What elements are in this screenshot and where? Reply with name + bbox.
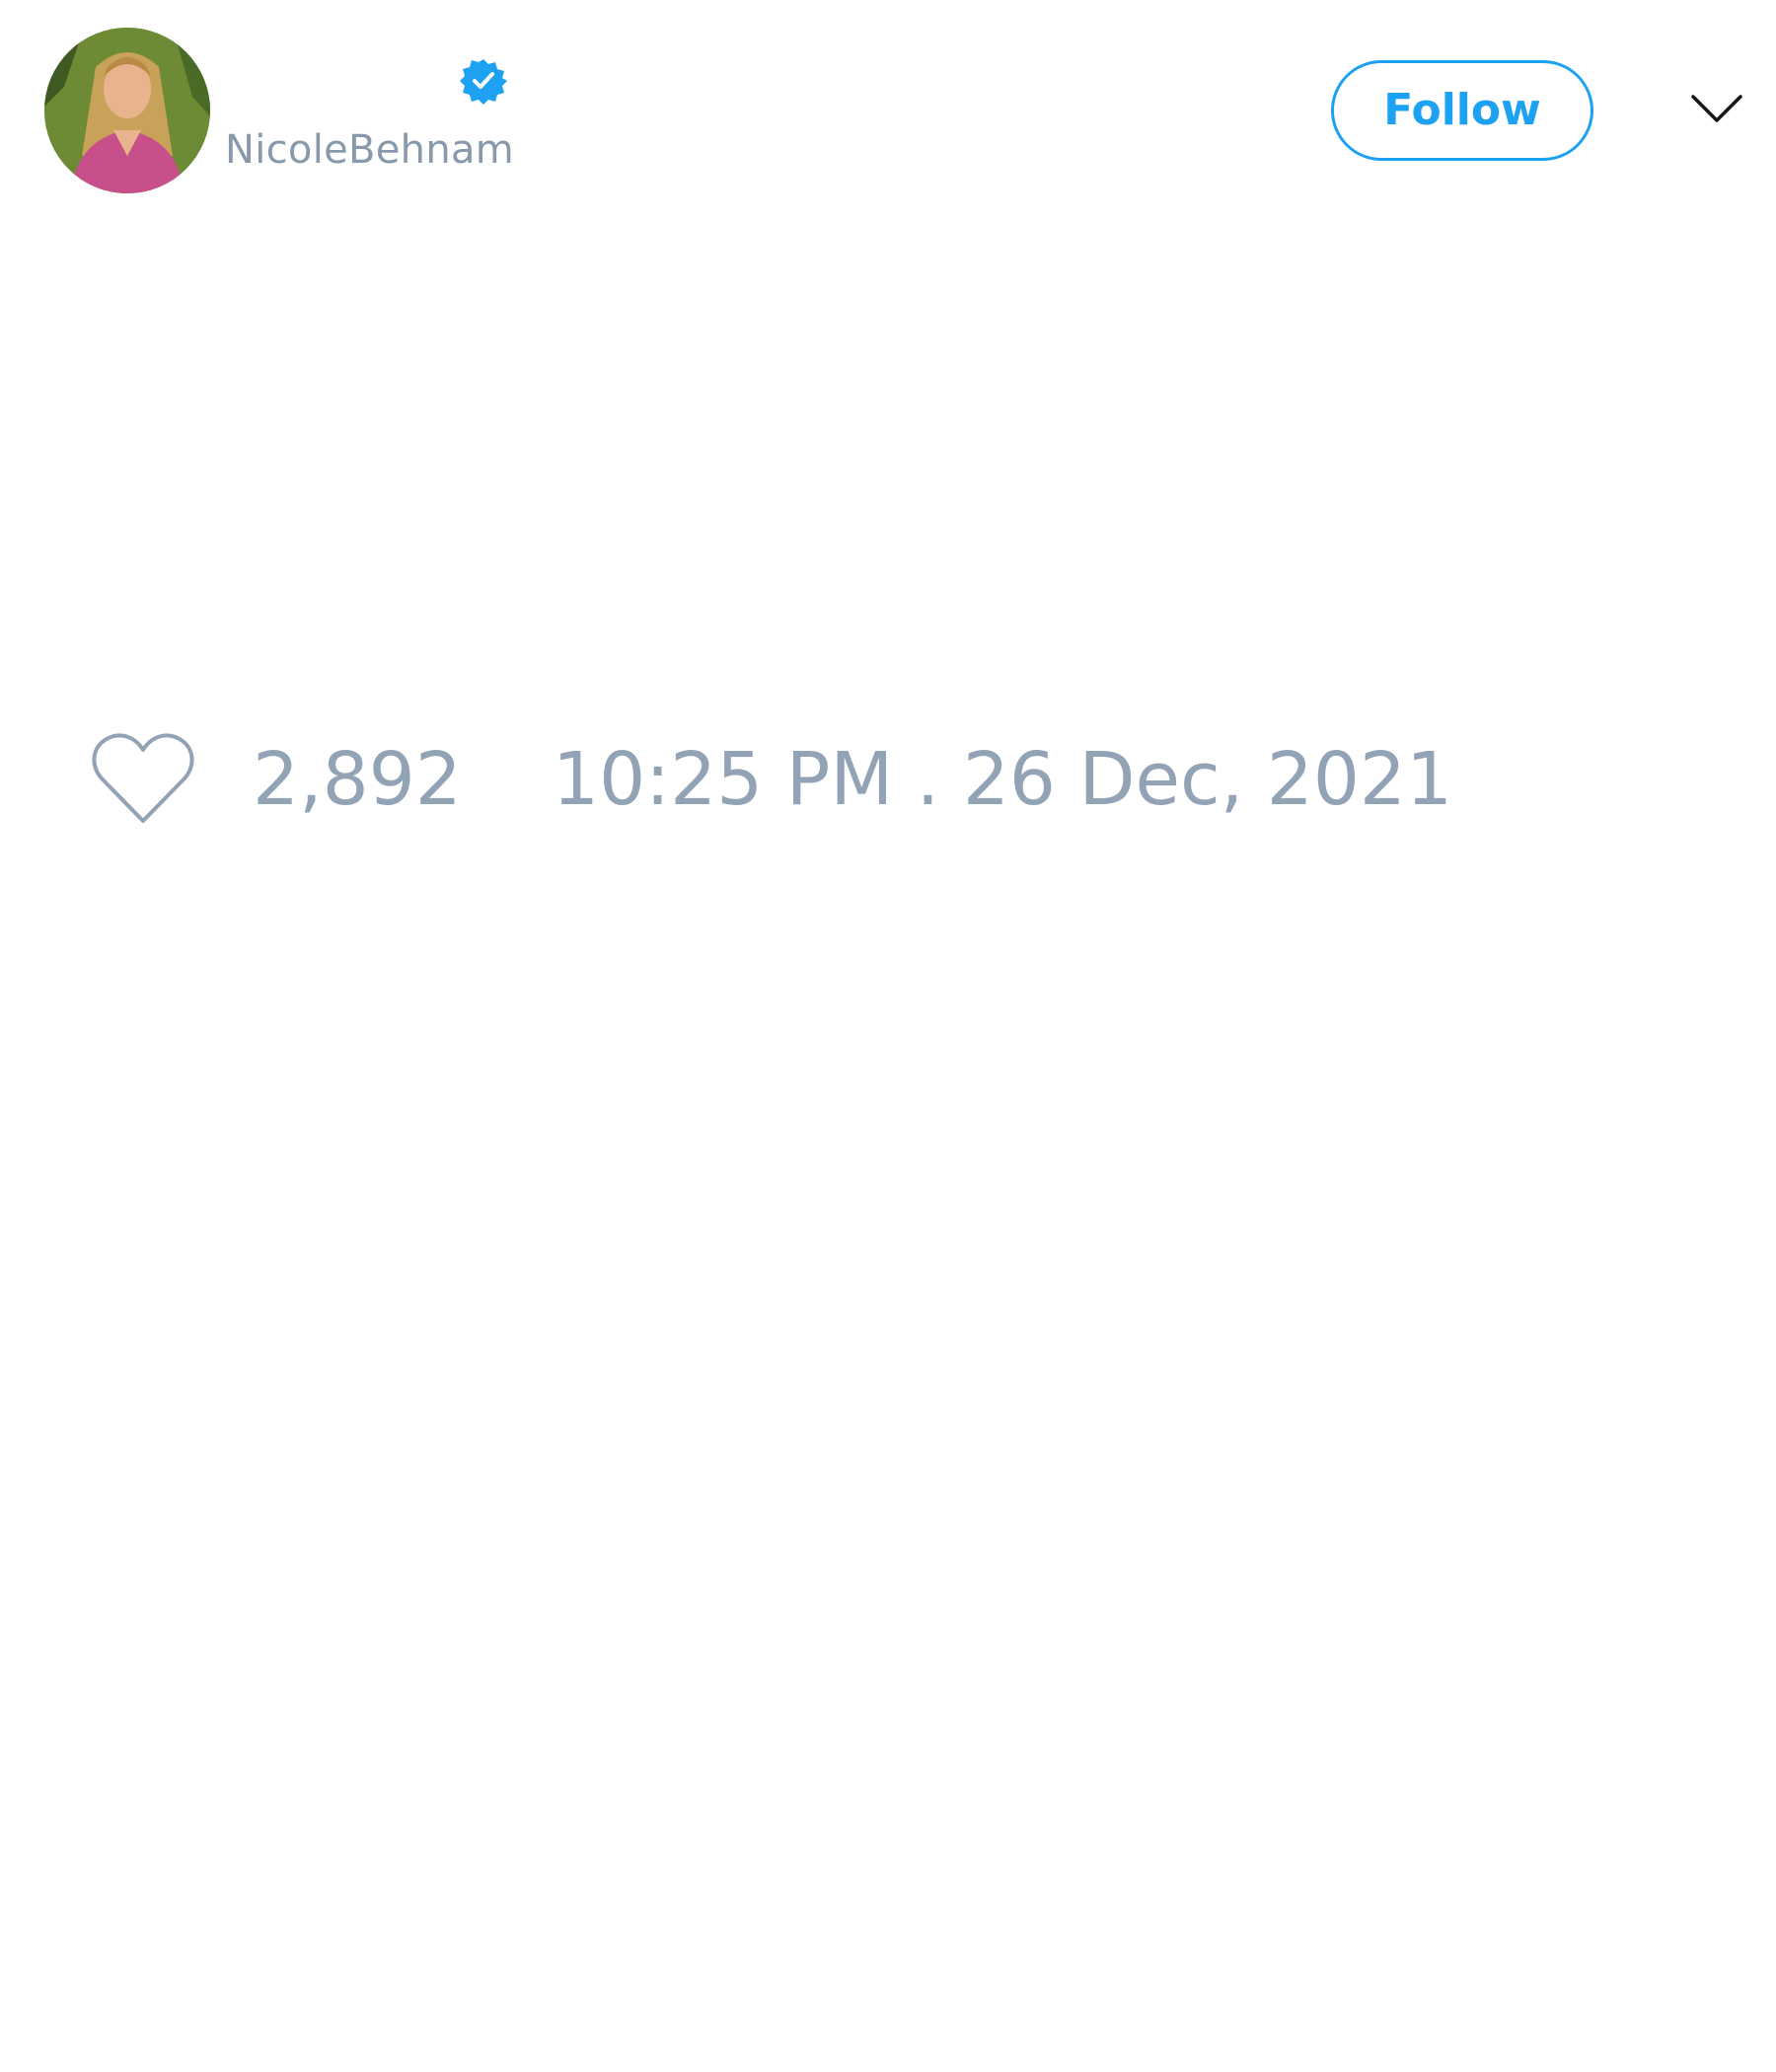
like-button[interactable] [89,730,197,829]
verified-badge-icon [460,57,507,105]
like-count: 2,892 [253,737,462,822]
more-options-button[interactable] [1689,89,1744,128]
tweet-timestamp[interactable]: 10:25 PM . 26 Dec, 2021 [553,738,1452,821]
heart-icon [92,733,194,823]
avatar-photo [44,28,210,193]
tweet-card: NicoleBehnam Follow 2,892 10:25 PM . 26 … [0,0,1776,2072]
tweet-meta: 2,892 10:25 PM . 26 Dec, 2021 [89,730,1667,829]
tweet-body [44,227,1732,691]
avatar[interactable] [44,28,210,193]
chevron-down-icon [1691,95,1742,122]
user-handle[interactable]: NicoleBehnam [225,124,514,176]
follow-button[interactable]: Follow [1331,60,1593,161]
display-name-row [225,54,521,106]
